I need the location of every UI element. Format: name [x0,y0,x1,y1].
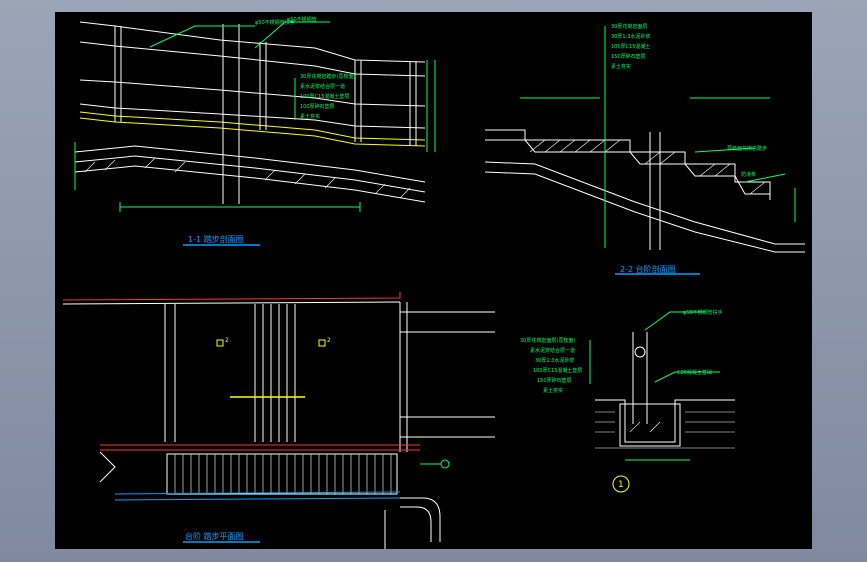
section-1-1 [74,21,436,212]
layer-label: 30厚1:3水泥砂浆 [535,357,574,364]
detail-marker: 1 [618,480,624,490]
layer-label: 素水泥浆结合层一道 [300,83,345,90]
callout-right: C20混凝土基础 [677,369,712,376]
plan-title: 台阶 踏步平面图 [185,531,244,541]
section-marker-2a: 2 [225,337,229,344]
callout-top: φ50不锈钢管扶手 [683,309,723,316]
layer-label: 30厚花岗岩面层 [611,23,647,30]
layer-label: 100厚C15混凝土垫层 [533,367,582,374]
section-2-2-title: 2-2 台阶剖面图 [620,264,676,274]
callout-b: 防滑条 [741,171,756,178]
layer-label: 150厚碎石垫层 [611,53,646,60]
detail-1 [589,311,735,493]
layer-label: 素土夯实 [300,113,320,120]
plan-view [62,292,495,549]
layer-label: 100厚碎石垫层 [300,103,335,110]
tread-hatch [174,454,392,494]
plan-labels: 2 2 [225,337,331,344]
layer-label: 30厚花岗岩踏步(荔枝面) [300,73,355,80]
section-1-1-title: 1-1 踏步剖面图 [188,234,244,244]
drawing-sheet: φ50不锈钢管扶手 φ50不锈钢管 30厚花岗岩踏步(荔枝面) 素水泥浆结合层一… [55,12,812,549]
layer-label: 150厚碎石垫层 [537,377,572,384]
layer-label: 素土夯实 [611,63,631,70]
section-1-1-labels: φ50不锈钢管扶手 φ50不锈钢管 30厚花岗岩踏步(荔枝面) 素水泥浆结合层一… [255,16,355,120]
callout-top-b: φ50不锈钢管 [287,16,317,23]
layer-label: 素水泥浆结合层一道 [530,347,575,354]
section-2-2-labels: 30厚花岗岩面层 30厚1:3水泥砂浆 100厚C15混凝土 150厚碎石垫层 … [611,23,767,178]
cad-drawing: φ50不锈钢管扶手 φ50不锈钢管 30厚花岗岩踏步(荔枝面) 素水泥浆结合层一… [62,16,805,549]
detail-1-labels: φ50不锈钢管扶手 30厚花岗岩面层(荔枝面) 素水泥浆结合层一道 30厚1:3… [520,309,723,394]
callout-a: 荔枝面花岗岩踏步 [727,145,767,152]
layer-label: 100厚C15混凝土垫层 [300,93,349,100]
layer-label: 100厚C15混凝土 [611,43,650,50]
layer-label: 30厚1:3水泥砂浆 [611,33,650,40]
layer-label: 素土夯实 [543,387,563,394]
layer-label: 30厚花岗岩面层(荔枝面) [520,337,575,344]
section-marker-2b: 2 [327,337,331,344]
